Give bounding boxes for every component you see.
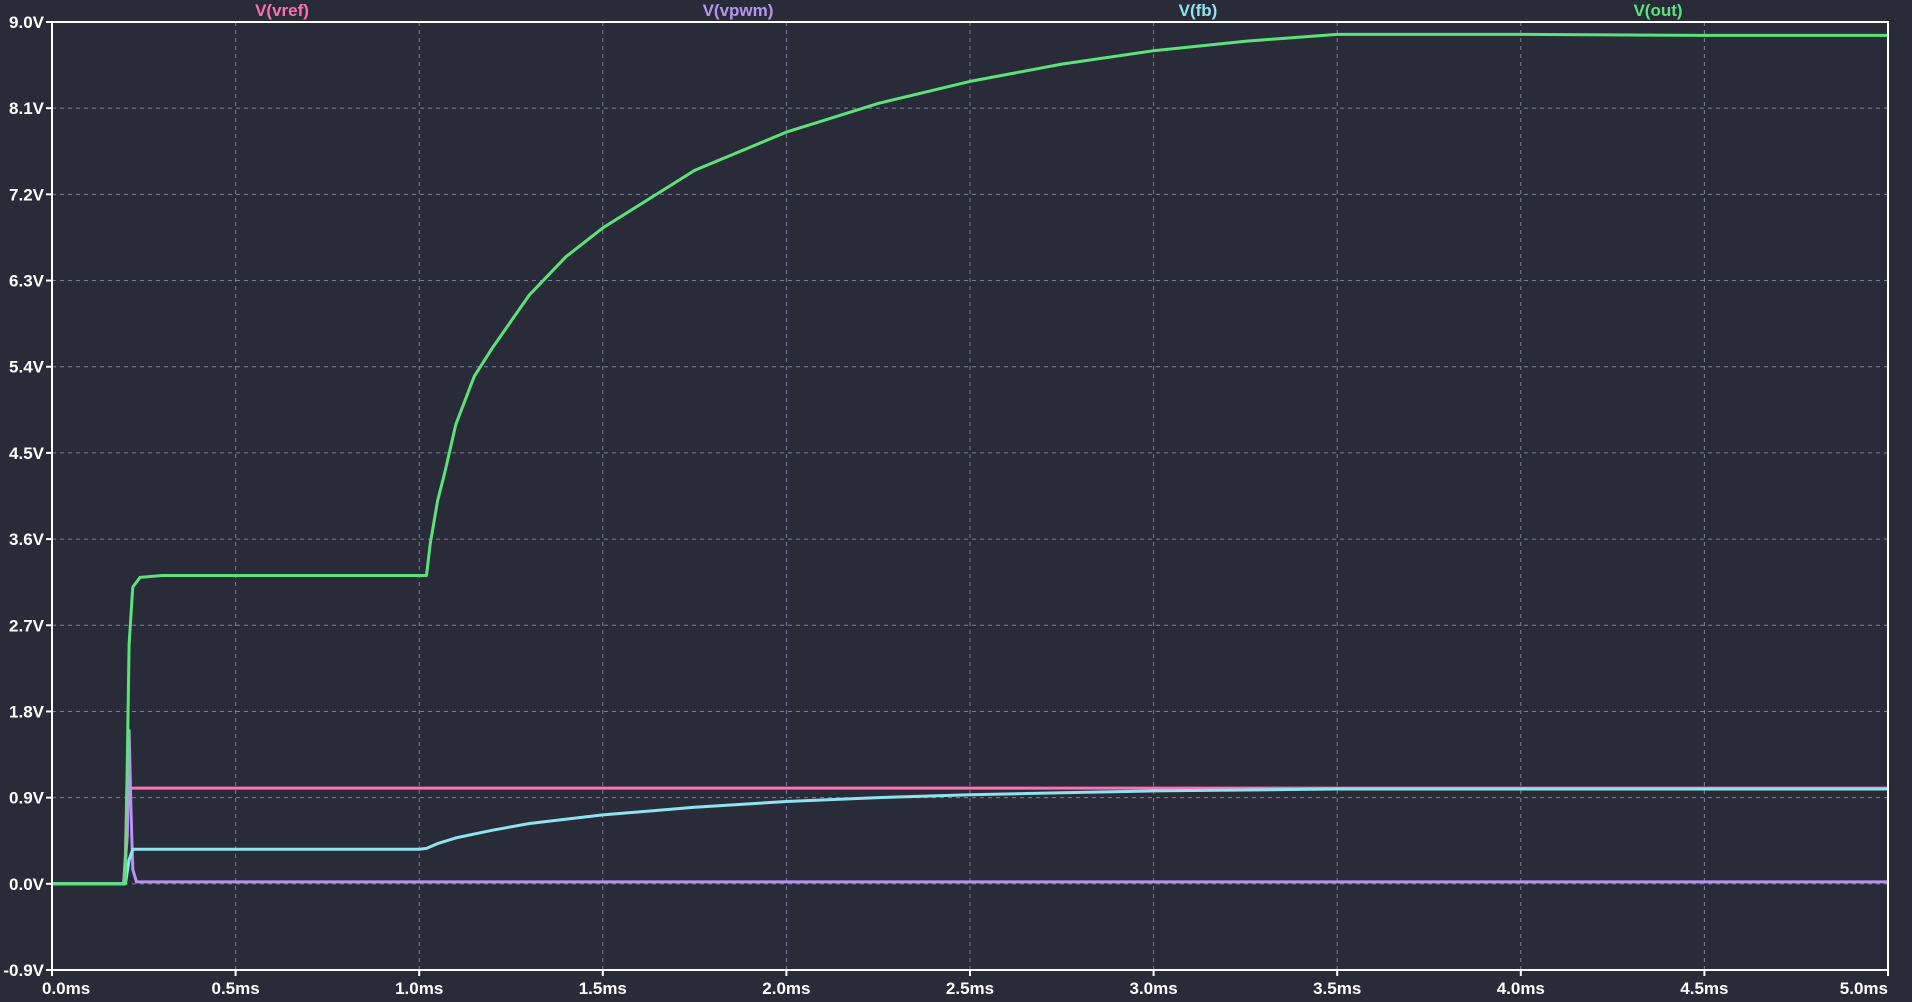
legend-label-v-vref: V(vref): [255, 1, 309, 20]
x-tick-label: 1.5ms: [579, 979, 627, 998]
x-tick-label: 0.5ms: [211, 979, 259, 998]
y-tick-label: 9.0V: [9, 13, 45, 32]
waveform-plot: 0.0ms 0.5ms 1.0ms 1.5ms 2.0ms 2.5ms 3.0ms 3.5ms…: [0, 0, 1912, 1002]
y-tick-label: 1.8V: [9, 702, 45, 721]
legend-label-v-out: V(out): [1633, 1, 1682, 20]
y-tick-label: 6.3V: [9, 272, 45, 291]
y-tick-label: 5.4V: [9, 358, 45, 377]
x-tick-label: 3.0ms: [1129, 979, 1177, 998]
x-tick-label: 4.5ms: [1680, 979, 1728, 998]
x-tick-label: 5.0ms: [1840, 979, 1888, 998]
grid-layer: [52, 22, 1888, 970]
y-tick-label: 7.2V: [9, 185, 45, 204]
legend-label-v-vpwm: V(vpwm): [703, 1, 774, 20]
x-tick-label: 0.0ms: [42, 979, 90, 998]
series-line-v-fb: [52, 787, 1888, 886]
y-tick-label: 4.5V: [9, 444, 45, 463]
x-tick-label: 4.0ms: [1497, 979, 1545, 998]
series-line-v-vref: [52, 767, 1888, 886]
y-tick-label: 0.0V: [9, 875, 45, 894]
x-tick-label: 2.0ms: [762, 979, 810, 998]
y-tick-label: -0.9V: [3, 961, 44, 980]
y-tick-label: 2.7V: [9, 616, 45, 635]
x-tick-label: 1.0ms: [395, 979, 443, 998]
y-tick-label: 0.9V: [9, 789, 45, 808]
legend-layer: V(vref) V(vpwm) V(fb) V(out): [255, 1, 1682, 20]
y-tick-label: 8.1V: [9, 99, 45, 118]
x-tick-label: 3.5ms: [1313, 979, 1361, 998]
y-tick-label: 3.6V: [9, 530, 45, 549]
chart-svg: 0.0ms 0.5ms 1.0ms 1.5ms 2.0ms 2.5ms 3.0ms 3.5ms…: [3, 1, 1889, 998]
x-tick-label: 2.5ms: [946, 979, 994, 998]
legend-label-v-fb: V(fb): [1179, 1, 1218, 20]
